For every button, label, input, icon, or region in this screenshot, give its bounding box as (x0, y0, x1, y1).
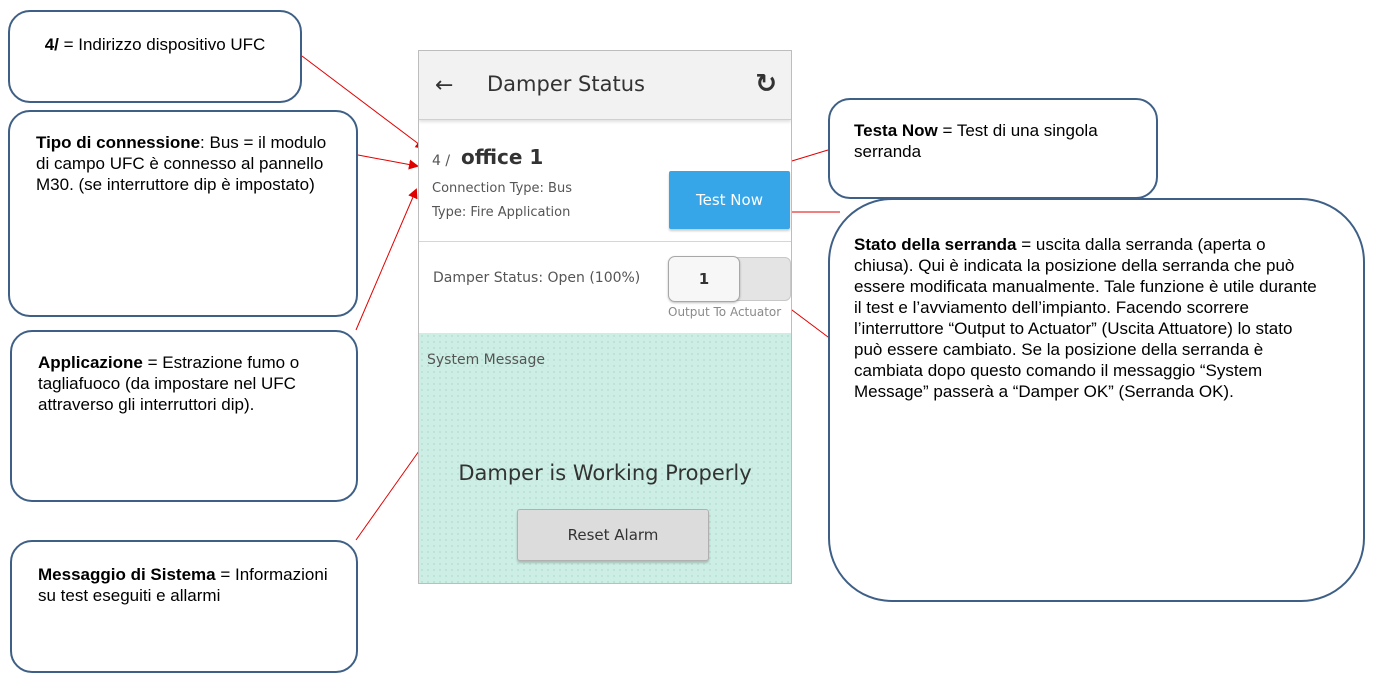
leader-connection (357, 154, 419, 170)
phone-screen: ← Damper Status ↻ 4 / office 1 Connectio… (418, 50, 792, 584)
reset-alarm-button[interactable]: Reset Alarm (517, 509, 709, 561)
damper-status-label: Damper Status: Open (100%) (433, 270, 641, 286)
device-address: 4 / (432, 153, 451, 169)
callout-address-text: = Indirizzo dispositivo UFC (58, 35, 266, 54)
system-message-title: System Message (427, 352, 546, 368)
toggle-caption: Output To Actuator (668, 305, 782, 319)
leader-application (355, 188, 418, 331)
refresh-icon[interactable]: ↻ (755, 69, 777, 99)
callout-test-now: Testa Now = Test di una singola serranda (828, 98, 1158, 199)
system-message-section: System Message Damper is Working Properl… (419, 333, 791, 583)
callout-damper-state-text: = uscita dalla serranda (aperta o chiusa… (854, 235, 1317, 401)
callout-system-message-bold: Messaggio di Sistema (38, 565, 216, 584)
callout-damper-state-bold: Stato della serranda (854, 235, 1017, 254)
device-name: office 1 (461, 145, 544, 169)
connection-type: Connection Type: Bus (432, 181, 572, 196)
toggle-knob[interactable]: 1 (668, 256, 740, 302)
damper-status-section: Damper Status: Open (100%) 1 Output To A… (419, 242, 791, 333)
app-bar: ← Damper Status ↻ (419, 51, 791, 120)
system-message-text: Damper is Working Properly (458, 461, 752, 485)
callout-application-bold: Applicazione (38, 353, 143, 372)
arrow-left-icon[interactable]: ← (435, 73, 453, 98)
callout-connection: Tipo di connessione: Bus = il modulo di … (8, 110, 358, 317)
callout-address-bold: 4/ (44, 35, 59, 54)
callout-address: 4/ = Indirizzo dispositivo UFC (8, 10, 302, 103)
page-title: Damper Status (487, 72, 645, 96)
test-now-button[interactable]: Test Now (669, 171, 790, 229)
callout-test-now-bold: Testa Now (854, 121, 938, 140)
callout-system-message: Messaggio di Sistema = Informazioni su t… (10, 540, 358, 673)
application-type: Type: Fire Application (432, 205, 571, 220)
callout-damper-state: Stato della serranda = uscita dalla serr… (828, 198, 1365, 602)
callout-application: Applicazione = Estrazione fumo o tagliaf… (10, 330, 358, 502)
output-to-actuator-toggle[interactable]: 1 (668, 256, 791, 302)
device-section: 4 / office 1 Connection Type: Bus Type: … (419, 121, 791, 242)
callout-connection-bold: Tipo di connessione (36, 133, 201, 152)
